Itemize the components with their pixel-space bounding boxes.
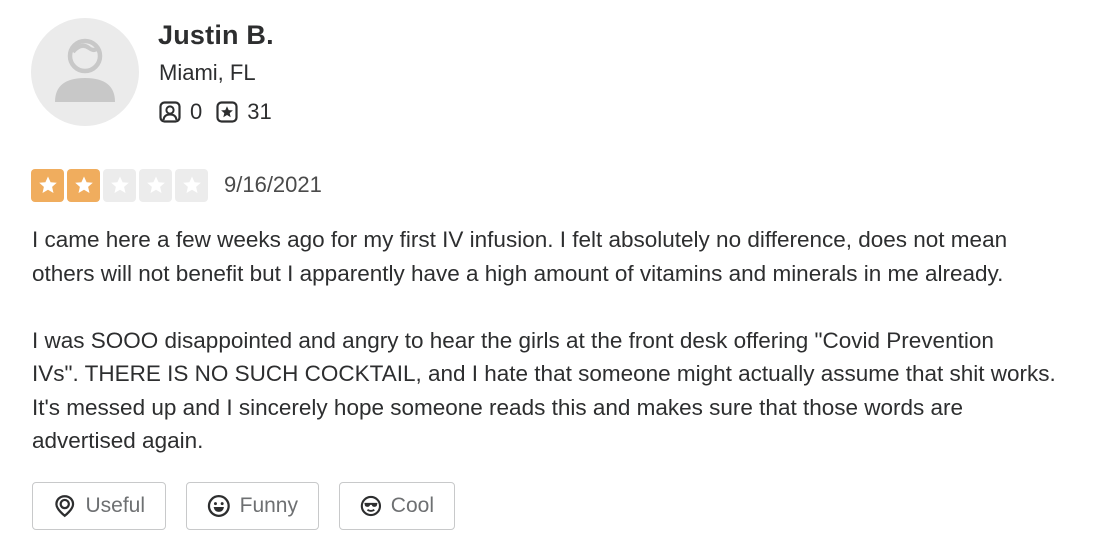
star-icon — [67, 168, 100, 202]
friends-stat: 0 — [159, 99, 202, 125]
funny-label: Funny — [239, 494, 298, 517]
useful-label: Useful — [85, 494, 145, 517]
reviews-star-icon — [216, 101, 238, 123]
review-paragraph: I came here a few weeks ago for my first… — [32, 223, 1118, 290]
funny-face-icon — [207, 495, 230, 517]
review-line: IVs". THERE IS NO SUCH COCKTAIL, and I h… — [32, 361, 1056, 386]
star-icon — [103, 168, 136, 202]
review-paragraph: I was SOOO disappointed and angry to hea… — [32, 324, 1118, 458]
cool-button[interactable]: Cool — [339, 482, 455, 530]
useful-button[interactable]: Useful — [32, 482, 166, 530]
user-location: Miami, FL — [159, 60, 256, 85]
friends-count: 0 — [190, 99, 203, 124]
review-line: It's messed up and I sincerely hope some… — [32, 394, 964, 420]
reaction-buttons: Useful Funny Cool — [32, 482, 455, 530]
rating-row: 9/16/2021 — [31, 168, 322, 202]
review-date: 9/16/2021 — [224, 172, 322, 197]
star-icon — [139, 168, 172, 202]
reviews-count: 31 — [247, 99, 272, 124]
funny-button[interactable]: Funny — [186, 482, 319, 530]
cool-label: Cool — [390, 494, 434, 517]
review-card: Justin B. Miami, FL 0 31 9/16/2021 I cam… — [0, 0, 1118, 536]
user-name[interactable]: Justin B. — [158, 20, 274, 51]
useful-lightbulb-icon — [55, 495, 75, 518]
star-rating — [31, 168, 211, 202]
review-text: I came here a few weeks ago for my first… — [32, 223, 1118, 458]
review-line: I came here a few weeks ago for my first… — [32, 227, 1008, 252]
review-line: advertised again. — [32, 428, 204, 453]
star-icon — [175, 168, 208, 202]
review-line: others will not benefit but I apparently… — [32, 260, 1004, 286]
cool-sunglasses-icon — [360, 495, 382, 517]
review-line: I was SOOO disappointed and angry to hea… — [32, 327, 994, 353]
default-avatar-icon — [55, 38, 115, 102]
user-avatar[interactable] — [31, 18, 139, 126]
reviews-stat: 31 — [216, 99, 272, 125]
star-icon — [31, 168, 64, 202]
friends-icon — [159, 101, 181, 123]
user-stats: 0 31 — [159, 98, 272, 126]
